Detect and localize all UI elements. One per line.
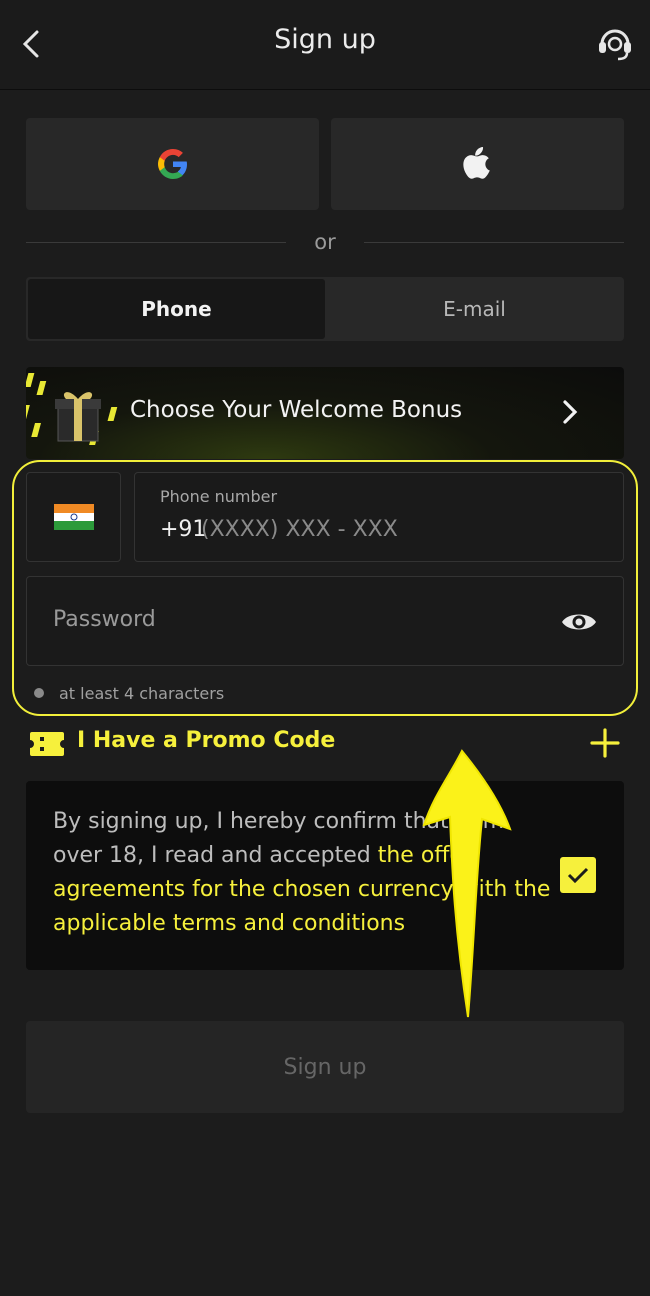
promo-code-label: I Have a Promo Code <box>77 728 336 753</box>
hint-bullet <box>34 688 44 698</box>
gift-icon <box>55 392 101 442</box>
signup-method-tabs: Phone E-mail <box>26 277 624 341</box>
password-hint: at least 4 characters <box>59 684 225 703</box>
checkmark-icon <box>567 867 589 884</box>
eye-icon <box>562 614 596 630</box>
india-flag-icon <box>53 504 94 530</box>
support-button[interactable] <box>594 22 636 64</box>
apple-signin-button[interactable] <box>331 118 624 210</box>
show-password-button[interactable] <box>559 607 599 637</box>
submit-signup-button[interactable]: Sign up <box>26 1021 624 1113</box>
country-selector[interactable] <box>26 472 121 562</box>
phone-placeholder: (XXXX) XXX - XXX <box>201 517 398 542</box>
terms-text: By signing up, I hereby confirm that I a… <box>53 805 553 941</box>
tab-phone[interactable]: Phone <box>28 279 325 339</box>
password-input[interactable]: Password <box>26 576 624 666</box>
phone-number-input[interactable]: Phone number +91 (XXXX) XXX - XXX <box>134 472 624 562</box>
page-title: Sign up <box>274 24 376 55</box>
google-signin-button[interactable] <box>26 118 319 210</box>
tab-email[interactable]: E-mail <box>325 277 624 341</box>
terms-checkbox[interactable] <box>560 857 596 893</box>
plus-icon <box>590 728 620 758</box>
apple-icon <box>462 147 490 179</box>
ticket-icon <box>30 732 64 756</box>
headset-icon <box>599 29 631 61</box>
password-placeholder: Password <box>53 607 156 632</box>
phone-number-label: Phone number <box>160 487 278 506</box>
welcome-bonus-banner[interactable]: Choose Your Welcome Bonus <box>26 367 624 459</box>
google-icon <box>157 149 187 179</box>
terms-agreement-box: By signing up, I hereby confirm that I a… <box>26 781 624 970</box>
phone-country-code: +91 <box>160 517 207 542</box>
bonus-label: Choose Your Welcome Bonus <box>130 397 463 423</box>
or-separator: or <box>314 230 336 254</box>
top-bar: Sign up <box>0 0 650 90</box>
chevron-right-icon <box>563 400 578 424</box>
promo-code-toggle[interactable]: I Have a Promo Code <box>28 726 628 762</box>
